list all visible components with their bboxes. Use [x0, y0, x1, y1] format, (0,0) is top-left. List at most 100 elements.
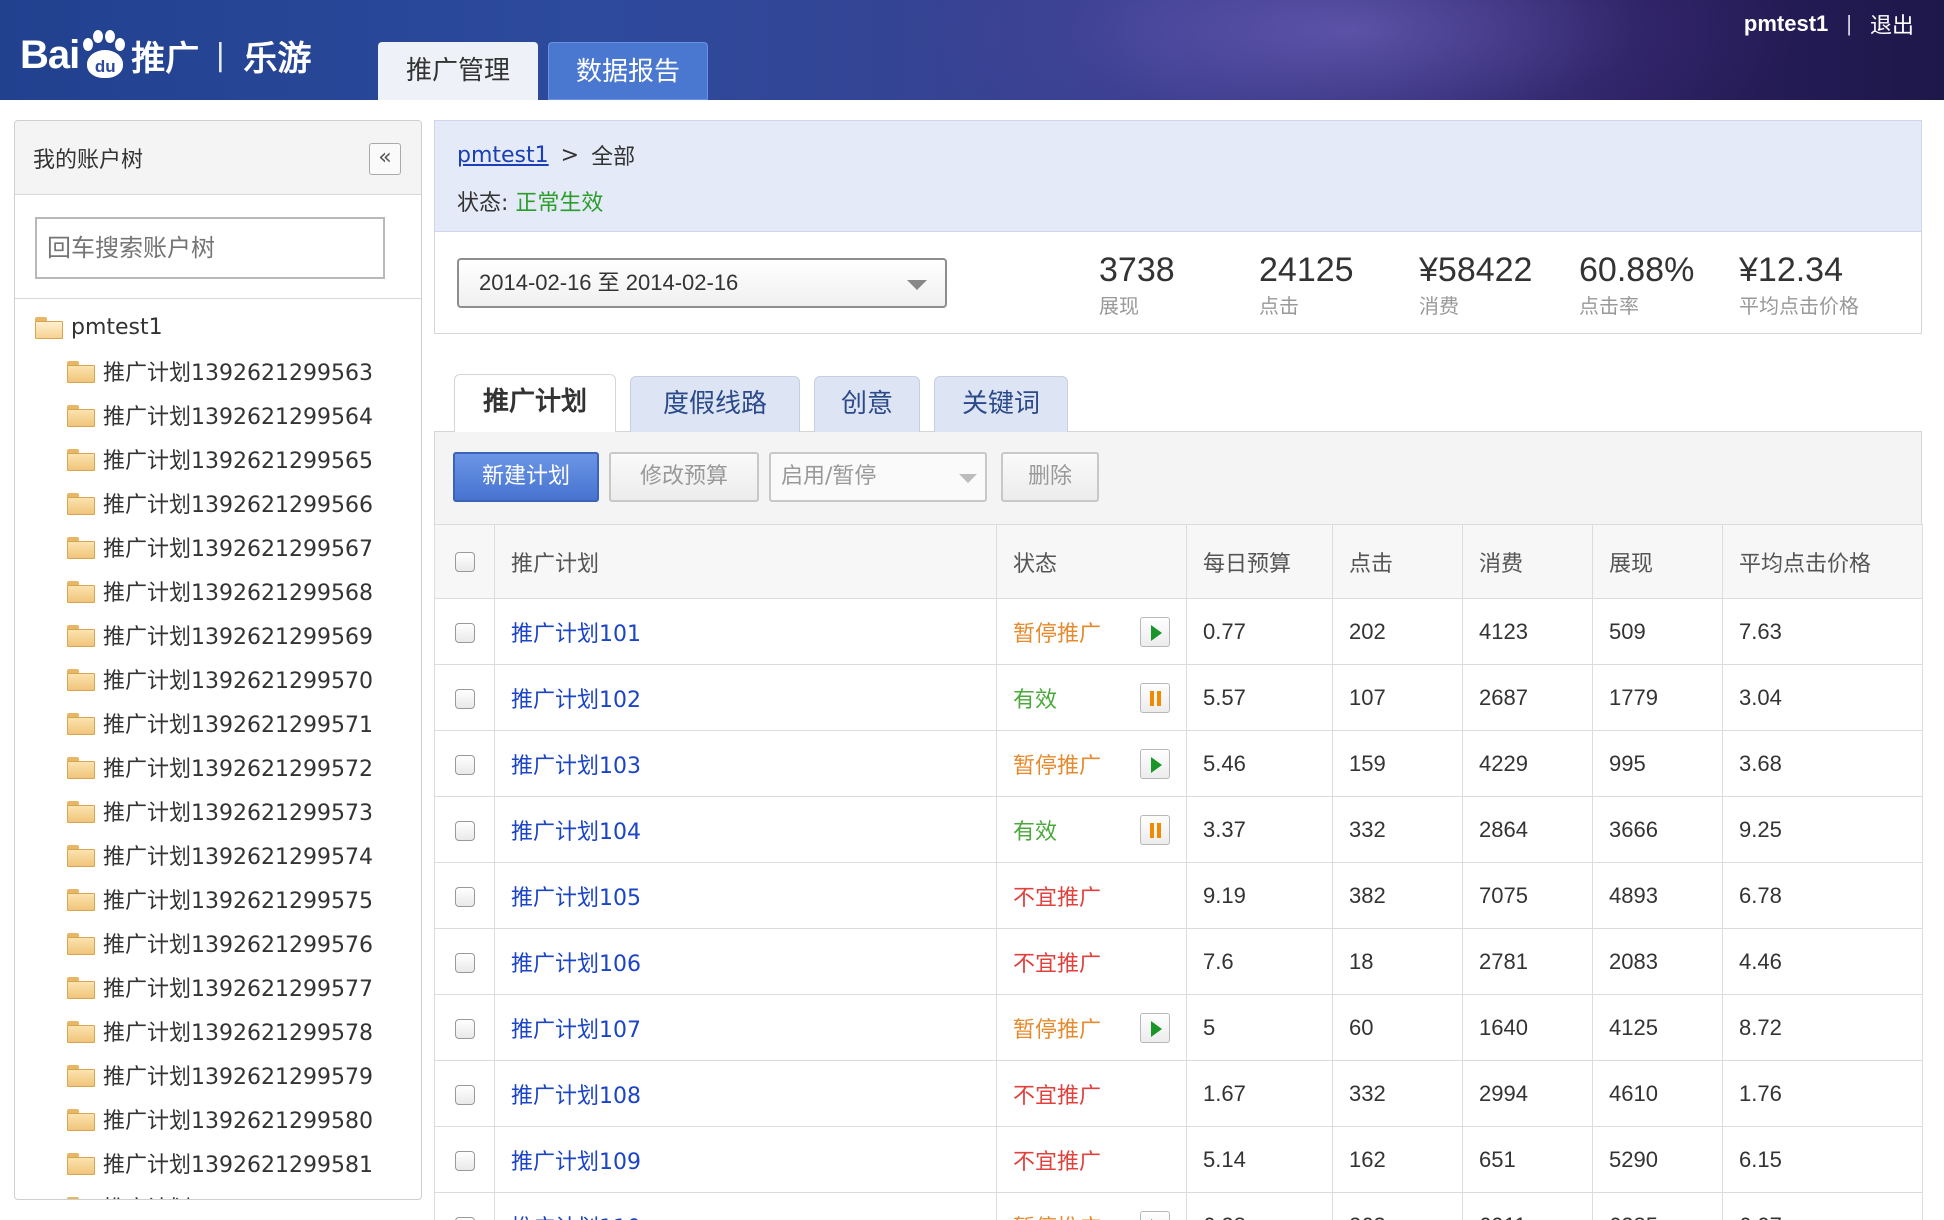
plan-name-link[interactable]: 推广计划107 [511, 1018, 641, 1043]
budget-cell[interactable]: 6.28 [1186, 1192, 1333, 1220]
tree-item-plan[interactable]: 推广计划1392621299565 [15, 437, 421, 481]
tree-item-plan[interactable]: 推广计划1392621299570 [15, 657, 421, 701]
row-checkbox[interactable] [454, 1150, 475, 1171]
stat-label: 展现 [1099, 294, 1139, 318]
plan-table-body: 推广计划101 暂停推广 0.77 202 4123 509 7.63 推广计划102 有效 5.… [434, 598, 1923, 1220]
column-header-cost[interactable]: 消费 [1462, 524, 1593, 599]
plan-name-link[interactable]: 推广计划106 [511, 952, 641, 977]
header-background-glow [900, 0, 1800, 100]
tree-item-plan[interactable]: 推广计划1392621299578 [15, 1009, 421, 1053]
folder-icon [67, 801, 95, 823]
column-header-impressions[interactable]: 展现 [1592, 524, 1723, 599]
tree-item-plan[interactable]: 推广计划1392621299575 [15, 877, 421, 921]
plan-name-link[interactable]: 推广计划104 [511, 820, 641, 845]
plan-name-cell: 推广计划102 [494, 664, 997, 731]
tab-routes[interactable]: 度假线路 [630, 376, 800, 432]
play-icon[interactable] [1140, 1211, 1170, 1220]
new-plan-button[interactable]: 新建计划 [453, 452, 599, 502]
row-checkbox[interactable] [454, 622, 475, 643]
column-header-avg-cpc[interactable]: 平均点击价格 [1722, 524, 1923, 599]
username[interactable]: pmtest1 [1744, 11, 1828, 37]
tree-item-plan[interactable]: 推广计划1392621299580 [15, 1097, 421, 1141]
tree-item-plan[interactable]: 推广计划1392621299581 [15, 1141, 421, 1185]
open-folder-icon [35, 317, 63, 339]
budget-cell[interactable]: 5.14 [1186, 1126, 1333, 1193]
tree-item-plan[interactable]: 推广计划1392621299567 [15, 525, 421, 569]
baidu-tuiguang-logo[interactable]: Bai du 推广 | 乐游 [20, 22, 311, 88]
pause-icon[interactable] [1140, 683, 1170, 713]
column-header-status[interactable]: 状态 [996, 524, 1187, 599]
plan-name-link[interactable]: 推广计划108 [511, 1084, 641, 1109]
row-checkbox[interactable] [454, 754, 475, 775]
row-checkbox[interactable] [454, 886, 475, 907]
account-tree-search-input[interactable] [35, 217, 385, 279]
column-header-budget[interactable]: 每日预算 [1186, 524, 1333, 599]
tree-root-account[interactable]: pmtest1 [15, 305, 421, 349]
row-checkbox[interactable] [454, 952, 475, 973]
tree-item-plan[interactable]: 推广计划1392621299577 [15, 965, 421, 1009]
row-checkbox[interactable] [454, 1018, 475, 1039]
tree-item-plan[interactable]: 推广计划1392621299574 [15, 833, 421, 877]
table-row: 推广计划107 暂停推广 5 60 1640 4125 8.72 [434, 994, 1923, 1061]
folder-icon [67, 449, 95, 471]
budget-cell[interactable]: 9.19 [1186, 862, 1333, 929]
budget-cell[interactable]: 1.67 [1186, 1060, 1333, 1127]
tab-keywords[interactable]: 关键词 [934, 376, 1068, 432]
column-header-plan[interactable]: 推广计划 [494, 524, 997, 599]
plan-name-link[interactable]: 推广计划101 [511, 622, 641, 647]
row-checkbox[interactable] [454, 820, 475, 841]
play-icon[interactable] [1140, 749, 1170, 779]
tree-item-label: 推广计划1392621299567 [103, 537, 373, 562]
tree-item-plan[interactable]: 推广计划1392621299569 [15, 613, 421, 657]
play-icon[interactable] [1140, 1013, 1170, 1043]
budget-cell[interactable]: 5 [1186, 994, 1333, 1061]
tree-item-plan[interactable]: 推广计划1392621299566 [15, 481, 421, 525]
tab-creatives[interactable]: 创意 [814, 376, 920, 432]
date-range-picker[interactable]: 2014-02-16 至 2014-02-16 [457, 257, 947, 308]
collapse-sidebar-button[interactable]: « [369, 143, 401, 175]
budget-cell[interactable]: 5.46 [1186, 730, 1333, 797]
tree-item-plan[interactable]: 推广计划1392621299568 [15, 569, 421, 613]
folder-icon [67, 1197, 93, 1199]
row-checkbox[interactable] [454, 1084, 475, 1105]
plan-name-cell: 推广计划107 [494, 994, 997, 1061]
table-row: 推广计划102 有效 5.57 107 2687 1779 3.04 [434, 664, 1923, 731]
budget-cell[interactable]: 5.57 [1186, 664, 1333, 731]
status-cell: 不宜推广 [996, 928, 1187, 995]
budget-cell[interactable]: 3.37 [1186, 796, 1333, 863]
tree-item-plan[interactable]: 推广计划1392621299563 [15, 349, 421, 393]
budget-cell[interactable]: 0.77 [1186, 598, 1333, 665]
plan-name-link[interactable]: 推广计划102 [511, 688, 641, 713]
enable-pause-select[interactable]: 启用/暂停 [769, 452, 987, 502]
edit-budget-button[interactable]: 修改预算 [609, 452, 759, 502]
row-checkbox[interactable] [454, 688, 475, 709]
avg-cpc-cell: 1.76 [1722, 1060, 1923, 1127]
plan-name-link[interactable]: 推广计划105 [511, 886, 641, 911]
tab-plans[interactable]: 推广计划 [454, 374, 616, 432]
select-all-checkbox[interactable] [454, 552, 475, 572]
tree-item-plan[interactable]: 推广计划1392621299576 [15, 921, 421, 965]
tab-promotion-management[interactable]: 推广管理 [378, 42, 538, 100]
tree-item-plan[interactable]: 推广计划1392621299572 [15, 745, 421, 789]
plan-name-link[interactable]: 推广计划109 [511, 1150, 641, 1175]
budget-cell[interactable]: 7.6 [1186, 928, 1333, 995]
tree-item-label: 推广计划1392621299564 [103, 405, 373, 430]
play-icon[interactable] [1140, 617, 1170, 647]
column-header-clicks[interactable]: 点击 [1332, 524, 1463, 599]
logout-link[interactable]: 退出 [1870, 8, 1914, 40]
table-row: 推广计划105 不宜推广 9.19 382 7075 4893 6.78 [434, 862, 1923, 929]
delete-button[interactable]: 删除 [1001, 452, 1099, 502]
pause-icon[interactable] [1140, 815, 1170, 845]
folder-icon [67, 977, 95, 999]
tree-item-plan[interactable]: 推广计划1392621299582 [15, 1185, 421, 1199]
tree-item-plan[interactable]: 推广计划1392621299579 [15, 1053, 421, 1097]
plan-status: 不宜推广 [1013, 951, 1102, 977]
tab-data-report[interactable]: 数据报告 [548, 42, 708, 100]
tree-item-plan[interactable]: 推广计划1392621299564 [15, 393, 421, 437]
tree-item-plan[interactable]: 推广计划1392621299573 [15, 789, 421, 833]
breadcrumb-account-link[interactable]: pmtest1 [457, 143, 549, 168]
status-cell: 有效 [996, 796, 1187, 863]
tree-item-plan[interactable]: 推广计划1392621299571 [15, 701, 421, 745]
plan-name-link[interactable]: 推广计划110 [511, 1216, 641, 1220]
plan-name-link[interactable]: 推广计划103 [511, 754, 641, 779]
